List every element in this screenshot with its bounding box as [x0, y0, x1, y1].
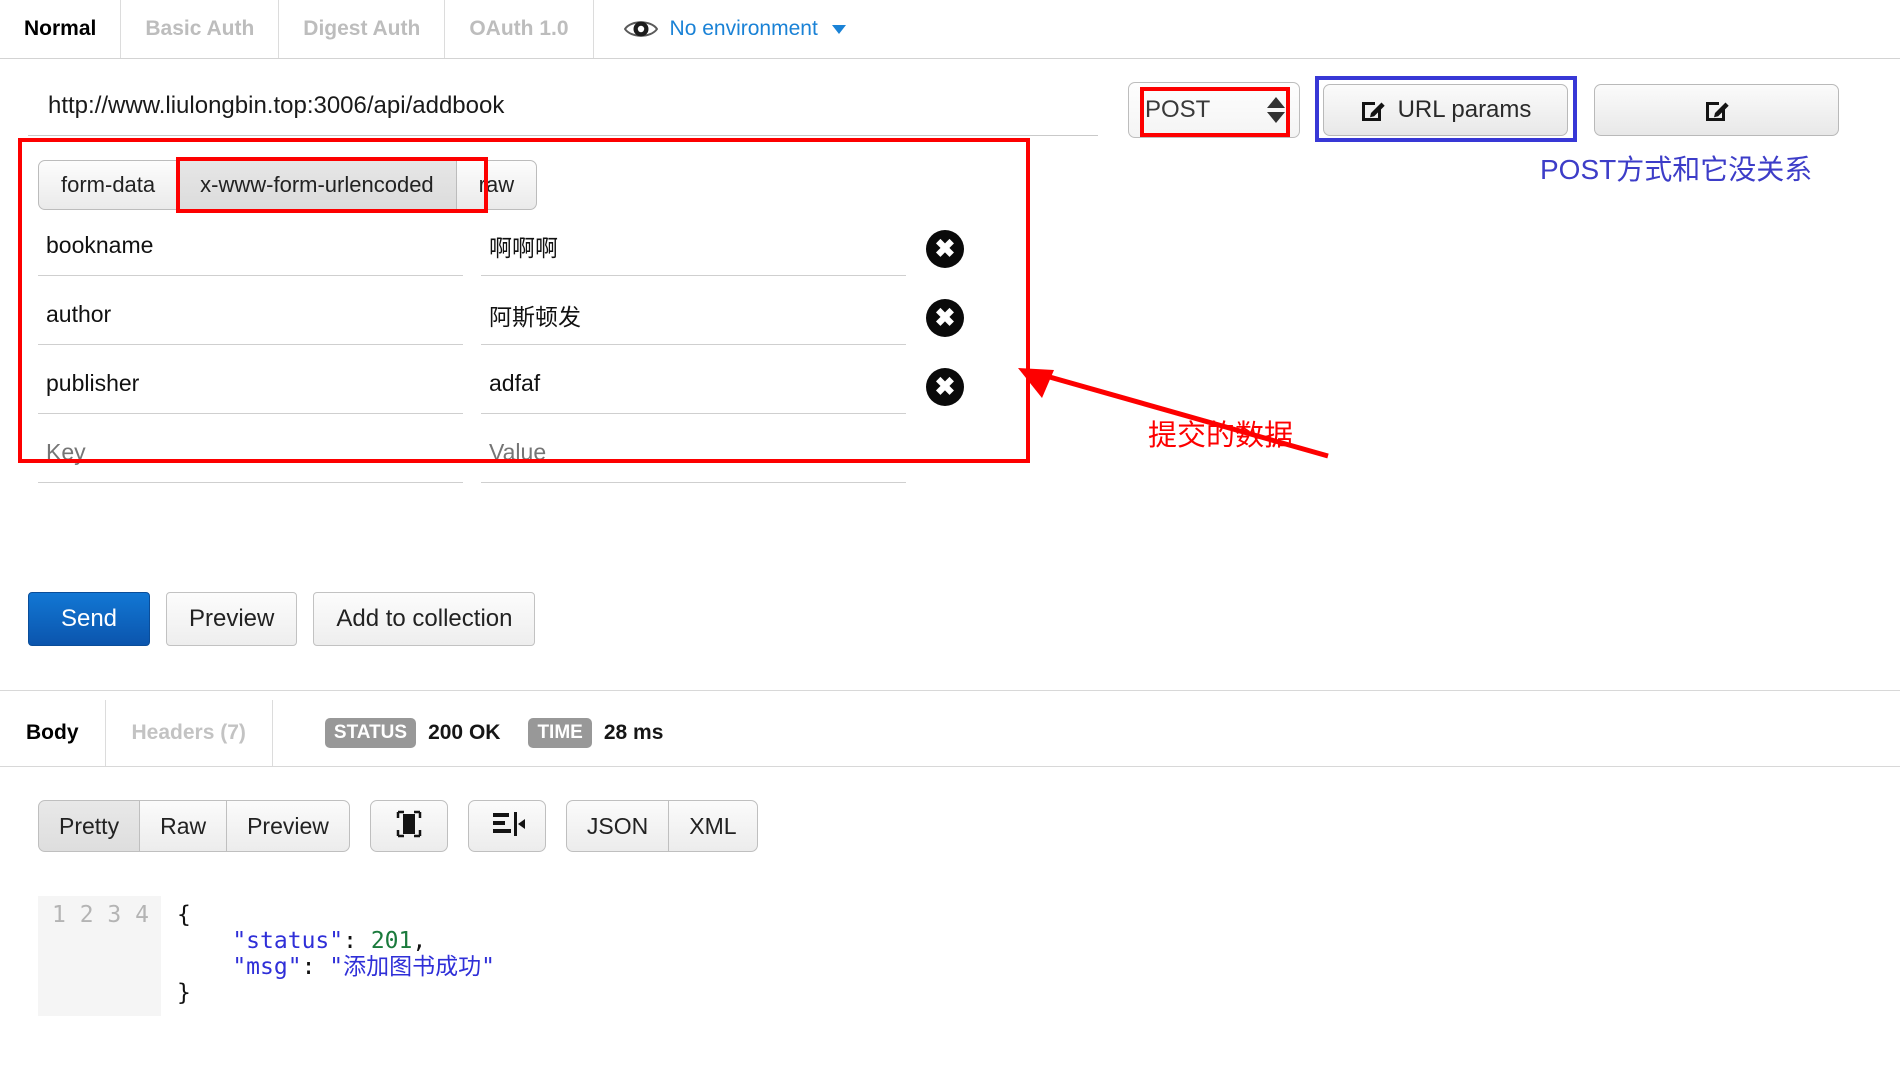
add-to-collection-label: Add to collection — [336, 605, 513, 632]
response-format-toolbar: Pretty Raw Preview JSON XML — [38, 800, 758, 852]
type-group: JSON XML — [565, 800, 758, 852]
type-json[interactable]: JSON — [565, 800, 670, 852]
view-mode-pretty[interactable]: Pretty — [38, 800, 141, 852]
param-value-input[interactable] — [481, 360, 906, 414]
time-value: 28 ms — [603, 721, 664, 744]
environment-selector[interactable]: No environment — [594, 0, 846, 58]
tab-x-www-form-urlencoded-label: x-www-form-urlencoded — [200, 172, 434, 197]
param-value-input[interactable] — [481, 291, 906, 345]
tab-body[interactable]: Body — [0, 700, 106, 766]
edit-icon — [1704, 97, 1730, 123]
tab-headers-label: Headers (7) — [131, 721, 246, 744]
delete-circle-icon[interactable]: ✖ — [926, 230, 964, 268]
edit-icon — [1360, 97, 1386, 123]
code-line-numbers: 1 2 3 4 — [38, 896, 161, 1016]
type-xml[interactable]: XML — [668, 800, 758, 852]
delete-circle-icon[interactable]: ✖ — [926, 299, 964, 337]
indent-button[interactable] — [467, 800, 546, 852]
type-json-label: JSON — [586, 812, 649, 839]
tab-form-data[interactable]: form-data — [38, 160, 179, 210]
fullscreen-button[interactable] — [369, 800, 448, 852]
code-token-msg-value: "添加图书成功" — [329, 954, 495, 980]
code-content[interactable]: { "status": 201, "msg": "添加图书成功" } — [161, 896, 495, 1016]
status-badge: STATUS — [324, 718, 417, 748]
header-divider — [0, 58, 1900, 59]
view-mode-pretty-label: Pretty — [59, 812, 120, 839]
method-select[interactable]: POST — [1128, 82, 1300, 138]
preview-button[interactable]: Preview — [166, 592, 298, 646]
response-bar-divider — [0, 766, 1900, 767]
param-key-input[interactable] — [38, 222, 463, 276]
table-row: ✖ — [38, 291, 998, 360]
annotation-red-note: 提交的数据 — [1148, 420, 1294, 452]
tab-normal[interactable]: Normal — [0, 0, 122, 58]
tab-body-label: Body — [26, 721, 79, 744]
view-mode-group: Pretty Raw Preview — [38, 800, 350, 852]
param-key-input[interactable] — [38, 291, 463, 345]
chevron-down-icon — [831, 24, 846, 34]
params-table: ✖ ✖ ✖ — [38, 222, 998, 498]
status-value: 200 OK — [428, 721, 501, 744]
param-key-input[interactable] — [38, 360, 463, 414]
tab-normal-label: Normal — [24, 17, 97, 40]
eye-icon — [623, 18, 658, 40]
tab-digest-auth-label: Digest Auth — [303, 17, 421, 40]
tab-headers[interactable]: Headers (7) — [106, 700, 273, 766]
indent-lines-icon — [489, 808, 525, 845]
send-button[interactable]: Send — [28, 592, 150, 646]
view-mode-preview-label: Preview — [247, 812, 329, 839]
url-input[interactable] — [28, 82, 1098, 136]
request-action-buttons: Send Preview Add to collection — [28, 592, 536, 646]
fullscreen-icon — [392, 808, 426, 845]
tab-form-data-label: form-data — [61, 172, 156, 197]
response-top-divider — [0, 690, 1900, 691]
url-params-label: URL params — [1397, 96, 1532, 123]
updown-spinner-icon[interactable] — [1267, 97, 1299, 123]
code-token-msg-key: "msg" — [232, 954, 302, 980]
code-token-status-key: "status" — [232, 928, 344, 954]
time-badge: TIME — [528, 718, 592, 748]
tab-basic-auth-label: Basic Auth — [145, 17, 255, 40]
auth-tab-bar: Normal Basic Auth Digest Auth OAuth 1.0 … — [0, 0, 1900, 58]
param-value-input[interactable] — [481, 222, 906, 276]
tab-x-www-form-urlencoded[interactable]: x-www-form-urlencoded — [177, 160, 457, 210]
view-mode-raw[interactable]: Raw — [139, 800, 228, 852]
tab-raw[interactable]: raw — [455, 160, 538, 210]
type-xml-label: XML — [689, 812, 737, 839]
response-tab-bar: Body Headers (7) STATUS 200 OK TIME 28 m… — [0, 700, 1900, 766]
code-token-status-value: 201 — [370, 928, 413, 954]
add-to-collection-button[interactable]: Add to collection — [313, 592, 536, 646]
tab-basic-auth[interactable]: Basic Auth — [121, 0, 280, 58]
response-meta: STATUS 200 OK TIME 28 ms — [273, 718, 680, 748]
secondary-action-button[interactable] — [1594, 84, 1839, 136]
table-row: ✖ — [38, 222, 998, 291]
table-row: ✖ — [38, 360, 998, 429]
body-type-tabs: form-data x-www-form-urlencoded raw — [38, 160, 538, 210]
annotation-blue-note: POST方式和它没关系 — [1540, 154, 1813, 185]
tab-oauth-1-label: OAuth 1.0 — [469, 17, 569, 40]
table-row-empty — [38, 429, 998, 498]
tab-digest-auth[interactable]: Digest Auth — [279, 0, 446, 58]
param-value-input-empty[interactable] — [481, 429, 906, 483]
tab-raw-label: raw — [478, 172, 515, 197]
request-url-row: POST URL params — [0, 76, 1900, 144]
postman-interceptor-window: Normal Basic Auth Digest Auth OAuth 1.0 … — [0, 0, 1900, 1072]
view-mode-raw-label: Raw — [160, 812, 207, 839]
preview-button-label: Preview — [189, 605, 275, 632]
url-params-button[interactable]: URL params — [1323, 84, 1568, 136]
param-key-input-empty[interactable] — [38, 429, 463, 483]
response-code-view: 1 2 3 4 { "status": 201, "msg": "添加图书成功"… — [38, 896, 495, 1016]
environment-label: No environment — [669, 17, 818, 40]
send-button-label: Send — [60, 605, 118, 632]
tab-oauth-1[interactable]: OAuth 1.0 — [445, 0, 594, 58]
delete-circle-icon[interactable]: ✖ — [926, 368, 964, 406]
view-mode-preview[interactable]: Preview — [226, 800, 350, 852]
method-select-value: POST — [1145, 96, 1211, 123]
